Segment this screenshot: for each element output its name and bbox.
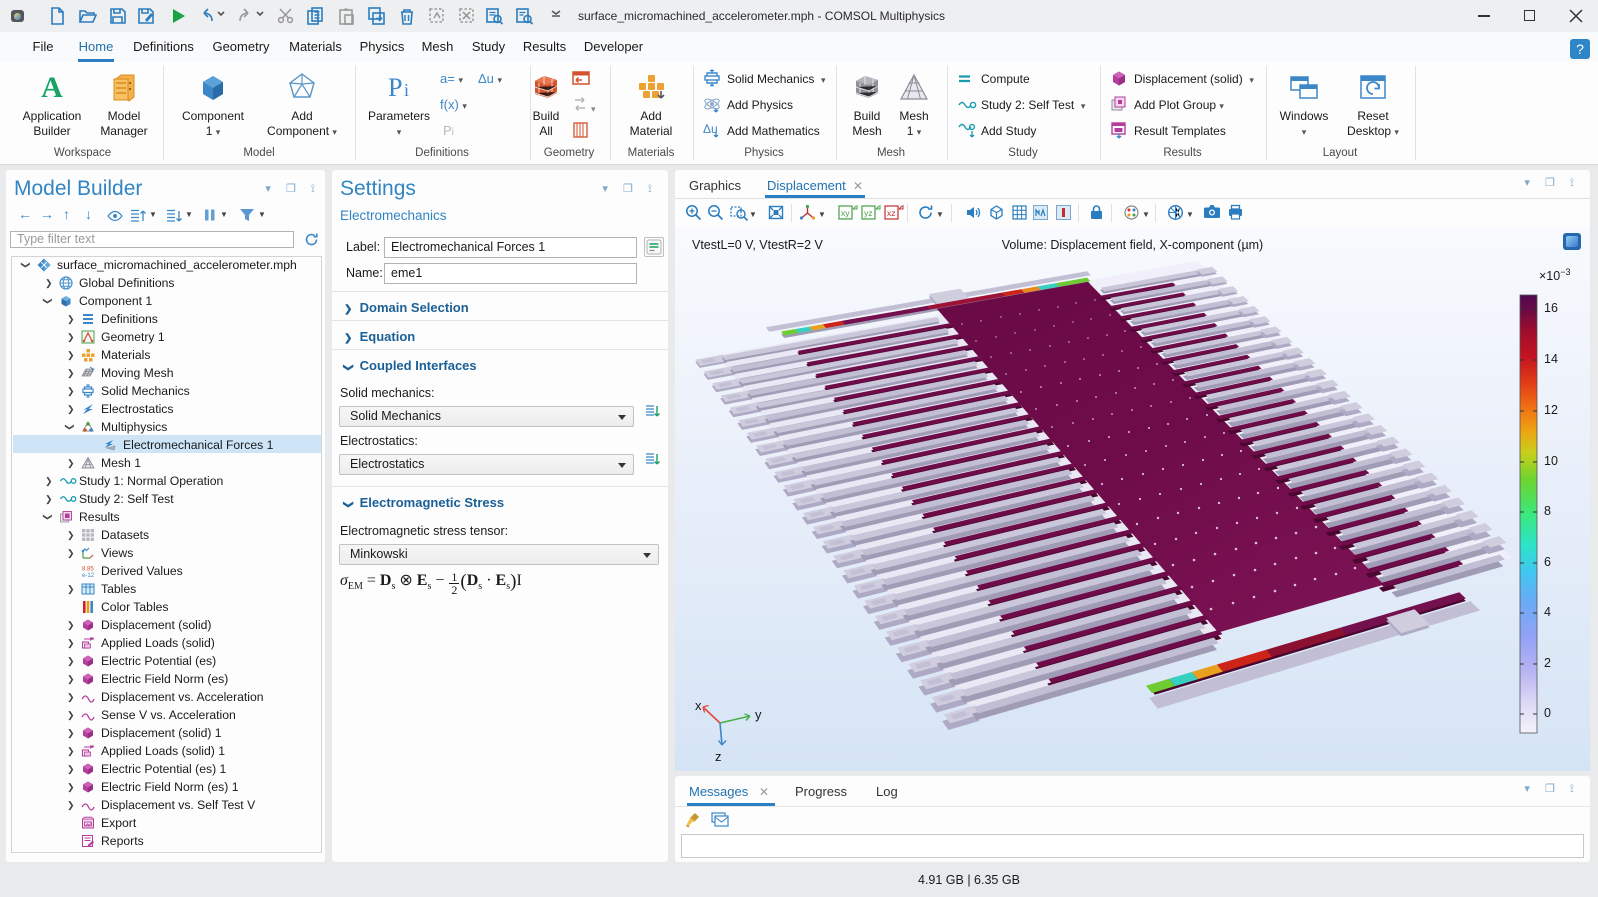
svg-text:e-12: e-12 [82,573,95,578]
svg-text:yz: yz [864,208,873,218]
svg-text:A: A [41,71,63,103]
svg-text:P: P [388,73,402,102]
svg-text:xz: xz [887,208,896,218]
svg-text:i: i [404,80,409,100]
svg-text:xy: xy [841,208,850,218]
svg-text:8.85: 8.85 [82,566,94,572]
